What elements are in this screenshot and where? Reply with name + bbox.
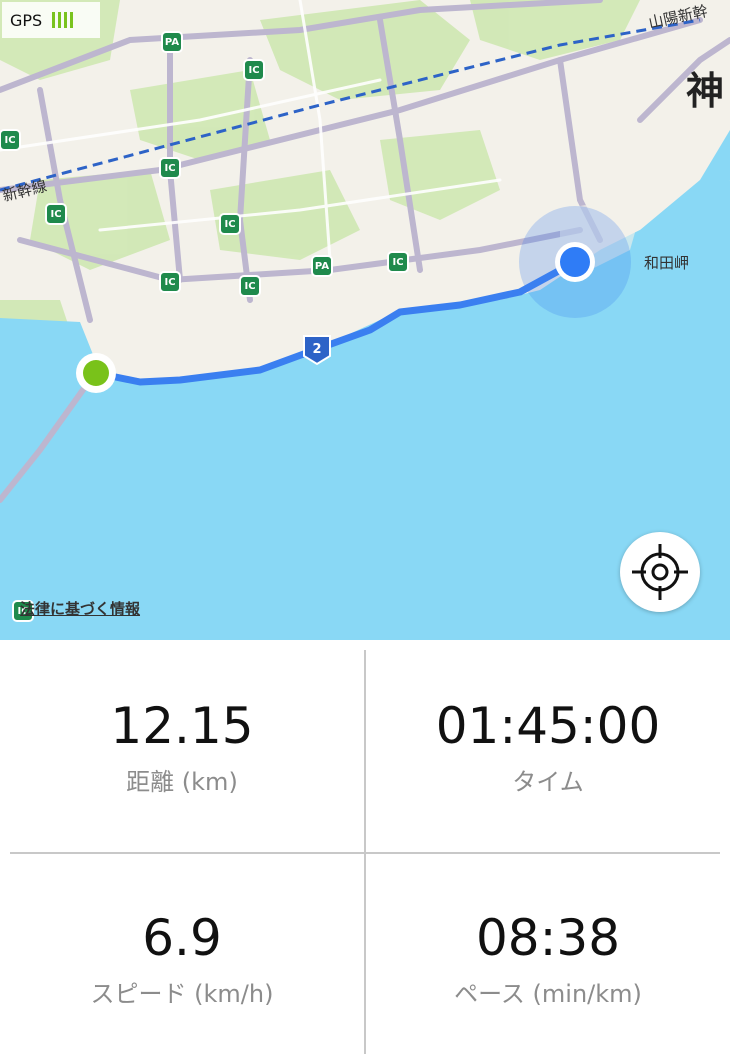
speed-value: 6.9 (142, 909, 222, 967)
map-view[interactable]: 2 PA IC IC IC IC IC IC IC PA IC IC GPS 神 和田岬 山陽新幹 … (0, 0, 730, 640)
interchange-badge: IC (159, 271, 181, 293)
interchange-badge: IC (159, 157, 181, 179)
distance-label: 距離 (km) (126, 768, 238, 796)
interchange-badge: IC (243, 59, 265, 81)
speed-label: スピード (km/h) (90, 980, 274, 1008)
distance-value: 12.15 (110, 697, 254, 755)
gps-signal-icon (52, 12, 74, 28)
interchange-badge: IC (0, 129, 21, 151)
pace-stat: 08:38 ペース (min/km) (366, 910, 730, 1009)
svg-text:2: 2 (312, 342, 321, 357)
time-stat: 01:45:00 タイム (366, 698, 730, 797)
interchange-badge: IC (45, 203, 67, 225)
speed-stat: 6.9 スピード (km/h) (0, 910, 364, 1009)
interchange-badge: IC (219, 213, 241, 235)
interchange-badge: IC (387, 251, 409, 273)
locate-me-button[interactable] (620, 532, 700, 612)
parking-area-badge: PA (311, 255, 333, 277)
distance-stat: 12.15 距離 (km) (0, 698, 364, 797)
time-label: タイム (512, 768, 584, 796)
divider-horizontal (10, 852, 720, 854)
crosshair-icon (632, 544, 688, 600)
place-label-kobe: 神 (686, 69, 725, 113)
stats-panel: 12.15 距離 (km) 01:45:00 タイム 6.9 スピード (km/… (0, 640, 730, 1064)
gps-label: GPS (10, 10, 43, 30)
place-label-wadamisaki: 和田岬 (644, 254, 690, 272)
parking-area-badge: PA (161, 31, 183, 53)
pace-label: ペース (min/km) (454, 980, 642, 1008)
time-value: 01:45:00 (435, 697, 661, 755)
interchange-badge: IC (239, 275, 261, 297)
legal-link[interactable]: 法律に基づく情報 (20, 598, 140, 619)
gps-indicator: GPS (2, 2, 100, 38)
pace-value: 08:38 (475, 909, 621, 967)
